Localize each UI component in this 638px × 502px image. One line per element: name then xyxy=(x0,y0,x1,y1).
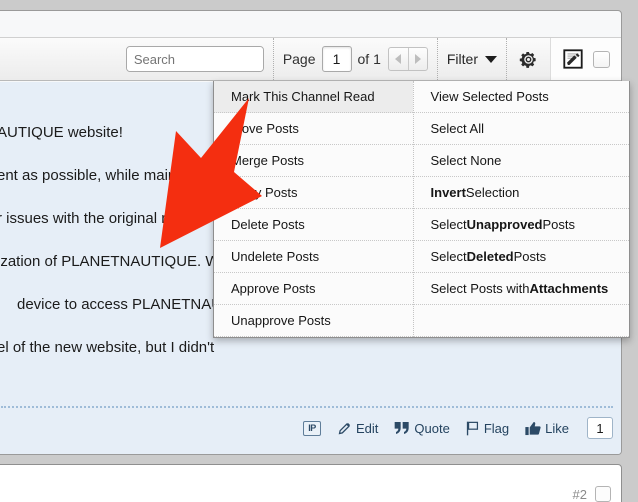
ip-button[interactable]: IP xyxy=(303,420,322,436)
menu-item-delete-posts[interactable]: Delete Posts xyxy=(214,209,413,241)
flag-icon xyxy=(466,421,478,435)
pencil-icon xyxy=(338,422,351,434)
post-number-label: #2 xyxy=(572,487,587,502)
menu-item-suffix: Posts xyxy=(513,249,547,264)
menu-item-merge-posts[interactable]: Merge Posts xyxy=(214,145,413,177)
menu-item-select-unapproved-posts[interactable]: Select Unapproved Posts xyxy=(413,209,629,241)
like-button[interactable]: Like xyxy=(525,421,569,436)
search-input[interactable] xyxy=(126,47,263,71)
menu-item-prefix: Select xyxy=(430,217,467,232)
moderation-dropdown-menu: Mark This Channel Read Move Posts Merge … xyxy=(213,81,630,338)
triangle-right-icon xyxy=(414,54,421,64)
toolbar-group-inline-moderation xyxy=(550,38,621,80)
triangle-left-icon xyxy=(395,54,402,64)
thumbs-up-icon xyxy=(525,421,541,435)
quote-label: Quote xyxy=(414,420,450,436)
page-label: Page xyxy=(282,51,316,67)
screenshot-root: Page of 1 Filter xyxy=(0,0,638,502)
toolbar-group-search xyxy=(117,38,273,80)
edit-label: Edit xyxy=(356,420,379,436)
flag-button[interactable]: Flag xyxy=(466,421,509,436)
toolbar-left-spacer xyxy=(0,38,117,80)
menu-item-bold: Deleted xyxy=(466,249,514,264)
previous-page-button[interactable] xyxy=(389,48,408,70)
search-box[interactable] xyxy=(125,46,264,72)
menu-item-undelete-posts[interactable]: Undelete Posts xyxy=(214,241,413,273)
menu-column-actions: Mark This Channel Read Move Posts Merge … xyxy=(214,81,414,337)
gear-icon xyxy=(519,51,536,68)
menu-item-suffix: Selection xyxy=(465,185,520,200)
pagination-arrows xyxy=(387,47,428,71)
menu-item-prefix: Select None xyxy=(430,153,502,168)
menu-item-select-all[interactable]: Select All xyxy=(413,113,629,145)
menu-item-view-selected-posts[interactable]: View Selected Posts xyxy=(413,81,629,113)
menu-item-approve-posts[interactable]: Approve Posts xyxy=(214,273,413,305)
toolbar-group-paging: Page of 1 xyxy=(272,38,437,80)
quote-icon xyxy=(395,422,410,434)
inline-moderation-checkbox[interactable] xyxy=(593,50,610,68)
menu-item-invert-selection[interactable]: Invert Selection xyxy=(413,177,629,209)
menu-item-select-posts-with-attachments[interactable]: Select Posts with Attachments xyxy=(413,273,629,305)
menu-item-prefix: Select xyxy=(430,249,467,264)
menu-item-mark-this-channel-read[interactable]: Mark This Channel Read xyxy=(214,81,413,113)
post-action-bar: IP Edit Quote Flag Like 1 xyxy=(1,406,613,446)
post-toolbar: Page of 1 Filter xyxy=(0,37,621,81)
quote-button[interactable]: Quote xyxy=(394,420,450,436)
menu-item-select-none[interactable]: Select None xyxy=(413,145,629,177)
pencil-document-icon[interactable] xyxy=(562,48,584,70)
edit-button[interactable]: Edit xyxy=(337,421,378,436)
next-page-button[interactable] xyxy=(407,48,427,70)
menu-item-bold: Unapproved xyxy=(466,217,543,232)
menu-item-copy-posts[interactable]: Copy Posts xyxy=(214,177,413,209)
menu-item-prefix: View Selected Posts xyxy=(430,89,549,104)
menu-item-prefix: Select Posts with xyxy=(430,281,530,296)
caret-down-icon xyxy=(485,55,497,63)
settings-gear-button[interactable] xyxy=(506,38,550,80)
menu-item-prefix: Select All xyxy=(430,121,484,136)
window-chrome-strip xyxy=(0,0,638,10)
menu-item-bold: Invert xyxy=(430,185,466,200)
page-number-input[interactable] xyxy=(321,46,352,72)
menu-column-filler xyxy=(413,305,629,337)
menu-item-bold: Attachments xyxy=(529,281,609,296)
menu-item-suffix: Posts xyxy=(542,217,576,232)
menu-item-select-deleted-posts[interactable]: Select Deleted Posts xyxy=(413,241,629,273)
page-total-label: of 1 xyxy=(357,51,381,67)
next-post-checkbox[interactable] xyxy=(595,486,611,502)
like-count-badge[interactable]: 1 xyxy=(587,417,613,439)
flag-label: Flag xyxy=(483,420,510,436)
menu-column-selection: View Selected Posts Select All Select No… xyxy=(413,81,629,337)
menu-item-move-posts[interactable]: Move Posts xyxy=(214,113,413,145)
post-line-6: el of the new website, but I didn't xyxy=(0,339,215,356)
next-post-panel: #2 xyxy=(0,464,622,502)
filter-dropdown-button[interactable]: Filter xyxy=(436,38,506,80)
menu-item-unapprove-posts[interactable]: Unapprove Posts xyxy=(214,305,413,337)
like-label: Like xyxy=(545,420,569,436)
filter-label: Filter xyxy=(446,51,478,67)
